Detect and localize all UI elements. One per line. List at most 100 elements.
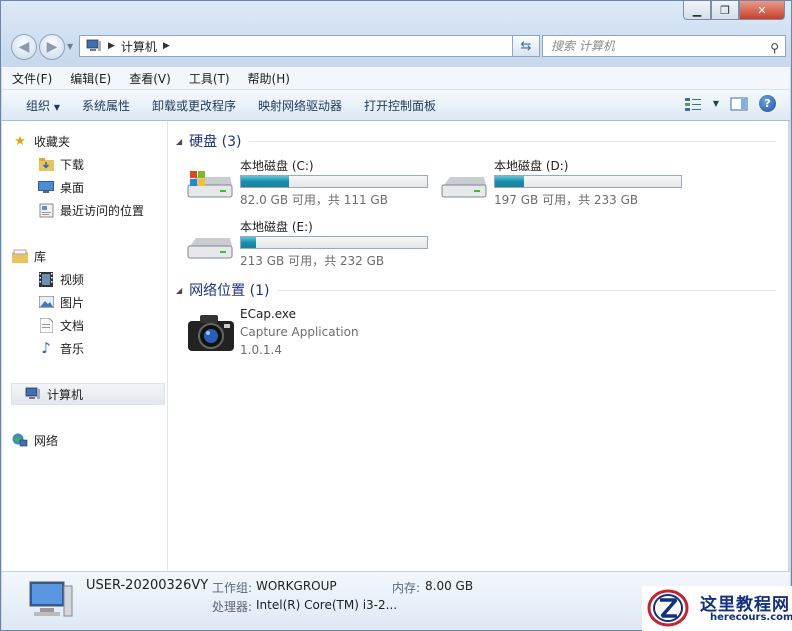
collapse-triangle-icon[interactable]: ◢	[176, 137, 182, 146]
chevron-down-icon: ▼	[53, 102, 60, 112]
group-divider	[249, 140, 776, 142]
network-icon	[12, 432, 28, 448]
camera-icon	[188, 315, 234, 351]
view-menu-chevron-icon[interactable]: ▼	[713, 99, 719, 108]
workgroup-value: WORKGROUP	[256, 579, 337, 593]
drive-usage-bar	[494, 175, 682, 188]
refresh-button[interactable]: ⇆	[512, 35, 540, 57]
sidebar-item-label: 最近访问的位置	[60, 203, 145, 218]
breadcrumb-separator-icon[interactable]: ▶	[108, 41, 115, 51]
organize-label: 组织	[26, 98, 51, 113]
open-control-panel-button[interactable]: 打开控制面板	[353, 97, 447, 114]
drive-name: 本地磁盘 (C:)	[240, 159, 314, 173]
window-controls: ▁ ❐ ✕	[683, 1, 785, 20]
drive-usage-fill	[495, 176, 524, 187]
watermark-z-logo-icon	[647, 589, 689, 627]
watermark-logo: 这里教程网 herecours.com	[642, 586, 792, 631]
drive-usage-bar	[240, 175, 428, 188]
refresh-icon: ⇆	[520, 38, 532, 54]
network-item-ecap[interactable]: ECap.exe Capture Application 1.0.1.4	[186, 307, 446, 365]
breadcrumb-computer[interactable]: 计算机	[121, 38, 157, 55]
processor-value: Intel(R) Core(TM) i3-2...	[256, 598, 398, 612]
sidebar-item-music[interactable]: ♪ 音乐	[38, 337, 84, 359]
hard-drive-icon	[187, 238, 233, 259]
back-arrow-icon: ◀	[18, 39, 30, 55]
drive-e[interactable]: 本地磁盘 (E:) 213 GB 可用，共 232 GB	[186, 218, 436, 268]
drive-usage-fill	[241, 237, 256, 248]
close-button[interactable]: ✕	[739, 1, 785, 20]
system-drive-icon	[187, 171, 233, 198]
view-options-icon	[684, 97, 701, 111]
collapse-triangle-icon[interactable]: ◢	[176, 286, 182, 295]
breadcrumb-separator-icon[interactable]: ▶	[163, 41, 170, 51]
libraries-icon	[12, 248, 28, 264]
explorer-window: ▁ ❐ ✕ ◀ ▶ ▼ ▶ 计算机 ▶ ▼ ⇆ 搜索 计算机 ⚲ 文件(F) 编…	[0, 0, 792, 631]
change-view-button[interactable]	[683, 96, 703, 112]
sidebar-item-desktop[interactable]: 桌面	[38, 176, 84, 198]
uninstall-program-button[interactable]: 卸载或更改程序	[141, 97, 247, 114]
sidebar-item-label: 文档	[60, 318, 85, 333]
recent-pages-dropdown-icon[interactable]: ▼	[67, 42, 73, 51]
drive-d[interactable]: 本地磁盘 (D:) 197 GB 可用，共 233 GB	[440, 157, 690, 207]
search-icon[interactable]: ⚲	[770, 38, 779, 58]
sidebar-item-videos[interactable]: 视频	[38, 268, 84, 290]
organize-button[interactable]: 组织 ▼	[2, 97, 71, 114]
preview-pane-icon	[730, 97, 748, 110]
processor-label: 处理器:	[212, 600, 253, 614]
group-divider	[277, 289, 776, 291]
sidebar-item-label: 收藏夹	[34, 134, 71, 149]
menu-help[interactable]: 帮助(H)	[238, 70, 298, 87]
sidebar-item-label: 图片	[60, 295, 85, 310]
search-placeholder: 搜索 计算机	[551, 39, 615, 53]
drive-usage-bar	[240, 236, 428, 249]
sidebar-item-libraries[interactable]: 库	[12, 245, 46, 267]
sidebar-item-network[interactable]: 网络	[12, 429, 58, 451]
network-locations-group-header[interactable]: ◢ 网络位置 (1)	[176, 280, 776, 300]
sidebar-item-label: 桌面	[60, 180, 85, 195]
hard-drives-group-header[interactable]: ◢ 硬盘 (3)	[176, 131, 776, 151]
network-item-description: Capture Application	[240, 325, 359, 339]
sidebar-item-pictures[interactable]: 图片	[38, 291, 84, 313]
sidebar-item-label: 音乐	[60, 341, 85, 356]
documents-icon	[38, 317, 54, 333]
menu-tools[interactable]: 工具(T)	[179, 70, 238, 87]
sidebar-item-label: 库	[34, 249, 47, 264]
search-input[interactable]: 搜索 计算机 ⚲	[542, 35, 786, 57]
back-button[interactable]: ◀	[11, 34, 37, 60]
workgroup-label: 工作组:	[212, 581, 253, 595]
sidebar-item-favorites[interactable]: ★ 收藏夹	[12, 130, 70, 152]
forward-button[interactable]: ▶	[39, 34, 65, 60]
desktop-icon	[38, 179, 54, 195]
drive-space-info: 82.0 GB 可用，共 111 GB	[240, 193, 388, 207]
menu-view[interactable]: 查看(V)	[119, 70, 179, 87]
group-title: 硬盘 (3)	[189, 134, 242, 150]
minimize-button[interactable]: ▁	[683, 1, 711, 20]
help-button[interactable]: ?	[759, 95, 776, 112]
sidebar-item-label: 计算机	[47, 387, 84, 402]
sidebar-item-label: 视频	[60, 272, 85, 287]
video-icon	[38, 271, 54, 287]
system-properties-button[interactable]: 系统属性	[71, 97, 141, 114]
drive-c[interactable]: 本地磁盘 (C:) 82.0 GB 可用，共 111 GB	[186, 157, 436, 207]
sidebar-item-recent-places[interactable]: 最近访问的位置	[38, 199, 144, 221]
memory-value: 8.00 GB	[425, 579, 474, 593]
menu-edit[interactable]: 编辑(E)	[60, 70, 119, 87]
network-item-version: 1.0.1.4	[240, 343, 282, 357]
sidebar-item-computer[interactable]: 计算机	[11, 383, 165, 405]
preview-pane-button[interactable]	[729, 96, 749, 112]
memory-label: 内存:	[392, 581, 421, 595]
menu-file[interactable]: 文件(F)	[2, 70, 60, 87]
address-field[interactable]: ▶ 计算机 ▶ ▼	[79, 35, 535, 57]
drive-name: 本地磁盘 (D:)	[494, 159, 569, 173]
sidebar-item-downloads[interactable]: 下载	[38, 153, 84, 175]
group-title: 网络位置 (1)	[189, 283, 270, 299]
sidebar-item-documents[interactable]: 文档	[38, 314, 84, 336]
computer-name: USER-20200326VY	[86, 578, 209, 593]
forward-arrow-icon: ▶	[46, 39, 58, 55]
menu-bar: 文件(F) 编辑(E) 查看(V) 工具(T) 帮助(H)	[2, 67, 790, 90]
pictures-icon	[38, 294, 54, 310]
map-network-drive-button[interactable]: 映射网络驱动器	[247, 97, 353, 114]
drive-usage-fill	[241, 176, 290, 187]
maximize-button[interactable]: ❐	[711, 1, 739, 20]
downloads-folder-icon	[38, 156, 54, 172]
